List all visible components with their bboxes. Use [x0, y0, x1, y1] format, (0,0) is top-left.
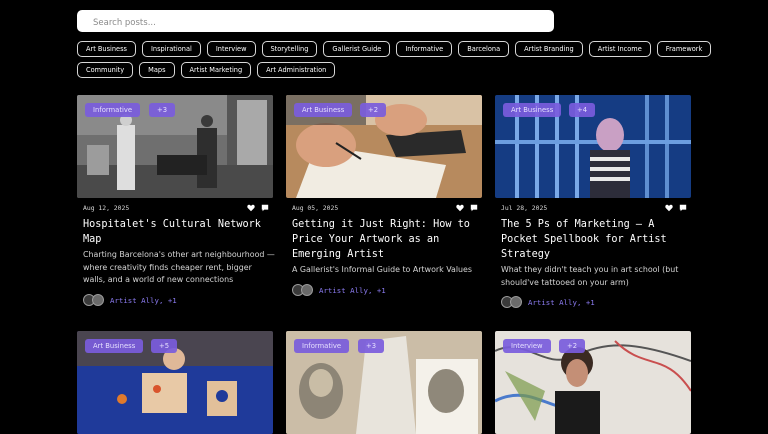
post-title[interactable]: The 5 Ps of Marketing — A Pocket Spellbo… — [501, 217, 691, 262]
tag-community[interactable]: Community — [77, 62, 134, 78]
category-badge: Interview — [503, 339, 551, 353]
tag-filter-list: Art Business Inspirational Interview Sto… — [77, 41, 712, 83]
tag-informative[interactable]: Informative — [396, 41, 453, 57]
tag-art-business[interactable]: Art Business — [77, 41, 136, 57]
tag-framework[interactable]: Framework — [656, 41, 712, 57]
comment-icon[interactable] — [679, 204, 687, 212]
avatar — [510, 296, 522, 308]
post-authors[interactable]: Artist Ally, +1 — [292, 283, 386, 297]
tag-inspirational[interactable]: Inspirational — [141, 41, 201, 57]
post-title[interactable]: Getting it Just Right: How to Price Your… — [292, 217, 482, 262]
tag-maps[interactable]: Maps — [139, 62, 175, 78]
extra-tags-badge: +3 — [358, 339, 385, 353]
post-authors[interactable]: Artist Ally, +1 — [83, 293, 177, 307]
tag-artist-marketing[interactable]: Artist Marketing — [180, 62, 252, 78]
author-link[interactable]: Artist Ally, +1 — [528, 298, 595, 307]
avatar — [301, 284, 313, 296]
post-title[interactable]: Hospitalet's Cultural Network Map — [83, 217, 273, 247]
post-meta: Aug 05, 2025 — [292, 204, 478, 214]
extra-tags-badge: +4 — [569, 103, 596, 117]
author-link[interactable]: Artist Ally, +1 — [110, 296, 177, 305]
post-authors[interactable]: Artist Ally, +1 — [501, 295, 595, 309]
search-bar[interactable] — [77, 10, 554, 34]
tag-row-1: Art Business Inspirational Interview Sto… — [77, 41, 712, 57]
avatar — [92, 294, 104, 306]
tag-art-administration[interactable]: Art Administration — [257, 62, 336, 78]
tag-gallerist-guide[interactable]: Gallerist Guide — [323, 41, 391, 57]
category-badge: Informative — [294, 339, 350, 353]
post-excerpt: What they didn't teach you in art school… — [501, 265, 679, 287]
post-excerpt: A Gallerist's Informal Guide to Artwork … — [292, 265, 473, 274]
category-badge: Informative — [85, 103, 141, 117]
extra-tags-badge: +3 — [149, 103, 176, 117]
tag-artist-branding[interactable]: Artist Branding — [515, 41, 583, 57]
tag-artist-income[interactable]: Artist Income — [588, 41, 651, 57]
post-excerpt: Charting Barcelona's other art neighbour… — [83, 250, 275, 285]
heart-icon[interactable] — [247, 204, 255, 212]
comment-icon[interactable] — [470, 204, 478, 212]
extra-tags-badge: +2 — [360, 103, 387, 117]
comment-icon[interactable] — [261, 204, 269, 212]
extra-tags-badge: +2 — [559, 339, 586, 353]
search-input[interactable] — [77, 12, 554, 34]
post-meta: Jul 28, 2025 — [501, 204, 687, 214]
category-badge: Art Business — [503, 103, 562, 117]
category-badge: Art Business — [85, 339, 144, 353]
extra-tags-badge: +5 — [151, 339, 178, 353]
heart-icon[interactable] — [456, 204, 464, 212]
tag-barcelona[interactable]: Barcelona — [458, 41, 510, 57]
tag-storytelling[interactable]: Storytelling — [261, 41, 318, 57]
heart-icon[interactable] — [665, 204, 673, 212]
category-badge: Art Business — [294, 103, 353, 117]
post-date: Jul 28, 2025 — [501, 204, 548, 212]
tag-row-2: Community Maps Artist Marketing Art Admi… — [77, 62, 677, 78]
author-link[interactable]: Artist Ally, +1 — [319, 286, 386, 295]
post-meta: Aug 12, 2025 — [83, 204, 269, 214]
tag-interview[interactable]: Interview — [206, 41, 256, 57]
post-date: Aug 05, 2025 — [292, 204, 339, 212]
post-date: Aug 12, 2025 — [83, 204, 130, 212]
